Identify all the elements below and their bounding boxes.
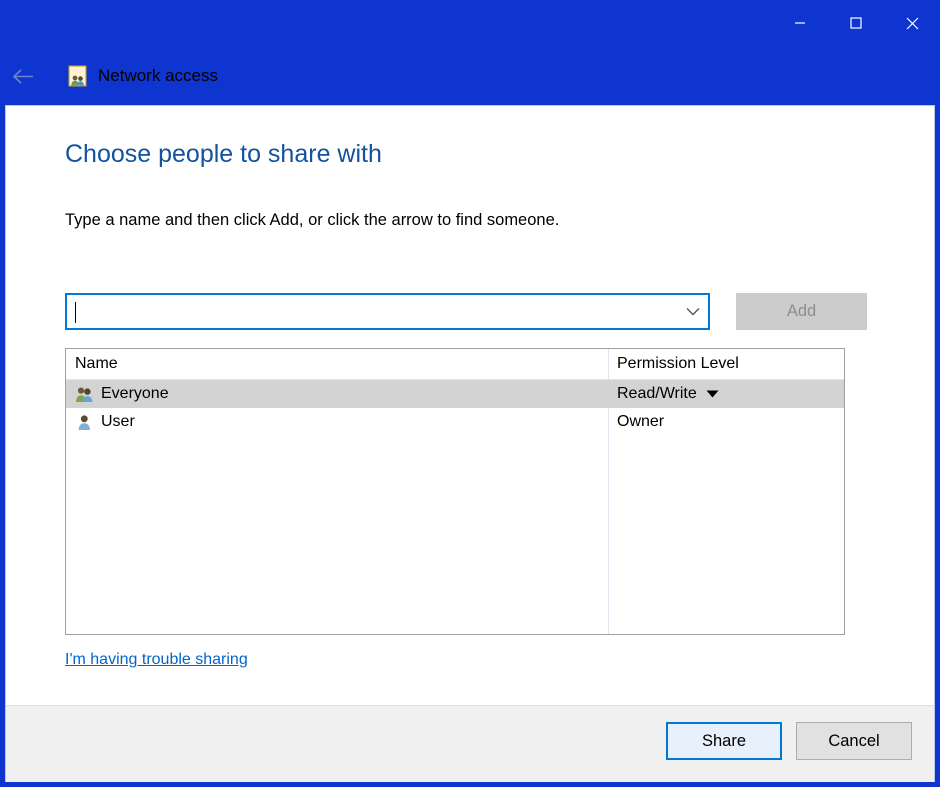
instruction-text: Type a name and then click Add, or click…: [65, 211, 560, 229]
footer-button-group: Share Cancel: [666, 722, 912, 760]
table-row[interactable]: Everyone Read/Write: [66, 380, 844, 408]
table-row[interactable]: User Owner: [66, 408, 844, 436]
share-permissions-list: Name Permission Level Everyone Read/Writ…: [65, 348, 845, 635]
close-button[interactable]: [884, 0, 940, 46]
row-permission-label: Read/Write: [617, 385, 697, 402]
row-name-label: User: [101, 413, 135, 430]
window-title: Network access: [98, 66, 218, 85]
add-button[interactable]: Add: [736, 293, 867, 330]
group-users-icon: [75, 385, 94, 404]
row-name-label: Everyone: [101, 385, 169, 402]
row-permission-cell[interactable]: Owner: [608, 413, 844, 431]
window-caption-buttons: [772, 0, 940, 46]
name-input[interactable]: [74, 295, 674, 328]
column-header-permission[interactable]: Permission Level: [608, 349, 844, 379]
back-button[interactable]: [0, 56, 46, 96]
name-entry-row: Add: [65, 293, 867, 330]
row-permission-cell[interactable]: Read/Write: [608, 385, 844, 403]
permission-dropdown-icon[interactable]: [706, 390, 719, 398]
cancel-button[interactable]: Cancel: [796, 722, 912, 760]
title-nav-row: Network access: [0, 56, 218, 96]
column-header-name[interactable]: Name: [66, 349, 608, 379]
maximize-icon: [850, 17, 862, 29]
list-header: Name Permission Level: [66, 349, 844, 380]
chevron-down-icon: [686, 308, 700, 316]
minimize-icon: [795, 22, 805, 24]
page-title: Choose people to share with: [65, 140, 382, 168]
dialog-content: Choose people to share with Type a name …: [6, 106, 934, 705]
share-button[interactable]: Share: [666, 722, 782, 760]
trouble-sharing-link[interactable]: I'm having trouble sharing: [65, 651, 248, 669]
minimize-button[interactable]: [772, 0, 828, 46]
row-name-cell: User: [66, 413, 608, 432]
row-permission-label: Owner: [617, 413, 665, 430]
dialog-client-area: Choose people to share with Type a name …: [5, 105, 935, 782]
maximize-button[interactable]: [828, 0, 884, 46]
close-icon: [906, 17, 918, 29]
single-user-icon: [75, 413, 94, 432]
name-combobox[interactable]: [65, 293, 710, 330]
network-access-window: Network access Choose people to share wi…: [0, 0, 940, 787]
dialog-footer: Share Cancel: [6, 705, 934, 782]
title-bar: Network access: [0, 0, 940, 105]
row-name-cell: Everyone: [66, 385, 608, 404]
triangle-down-icon: [706, 390, 719, 398]
back-arrow-icon: [12, 68, 33, 84]
combobox-dropdown-button[interactable]: [678, 295, 708, 328]
network-share-people-icon: [67, 65, 89, 87]
list-rows: Everyone Read/Write User Owner: [66, 380, 844, 436]
